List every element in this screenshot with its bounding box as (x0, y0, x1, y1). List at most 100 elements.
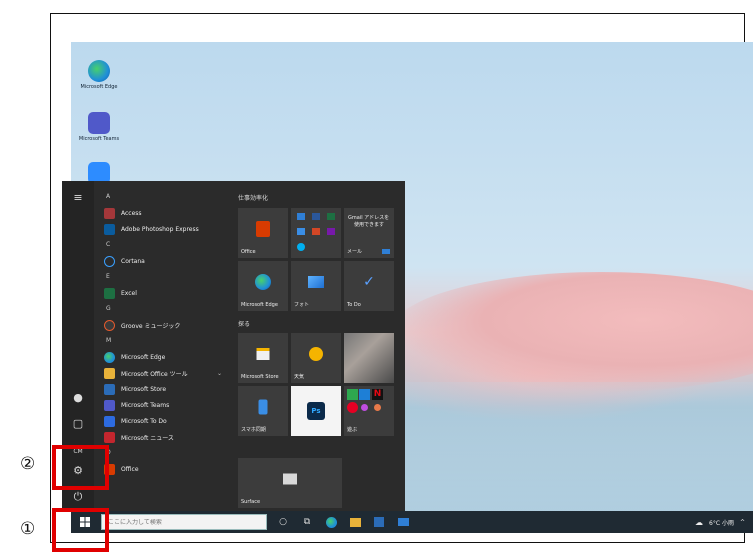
app-item-label: Groove ミュージック (121, 322, 181, 330)
surface-icon (283, 473, 297, 485)
app-item-microsoft-news[interactable]: Microsoft ニュース (96, 429, 226, 445)
app-list-letter[interactable]: O (96, 445, 226, 461)
app-item-label: Adobe Photoshop Express (121, 225, 199, 233)
checkmark-icon: ✓ (363, 274, 375, 290)
app-item-groove[interactable]: Groove ミュージック (96, 317, 226, 333)
taskbar-search-box[interactable] (101, 514, 267, 530)
group-title-explore[interactable]: 探る (238, 319, 250, 328)
app-item-label: Cortana (121, 257, 145, 265)
user-account-icon[interactable]: ● (71, 391, 85, 405)
mail-icon (382, 249, 390, 254)
outlook-icon (297, 213, 305, 220)
annotation-marker-1: ① (20, 519, 36, 539)
app-list: A Access Adobe Photoshop Express C Corta… (96, 189, 226, 477)
folder-icon (104, 367, 115, 379)
app-list-letter[interactable]: C (96, 237, 226, 253)
tile-label: 遊ぶ (347, 427, 358, 433)
teams-icon (104, 399, 115, 411)
app-item-office[interactable]: Office (96, 461, 226, 477)
weather-text[interactable]: 6°C 小雨 (709, 518, 734, 527)
hamburger-menu-icon[interactable]: ≡ (71, 191, 85, 205)
tile-photoshop-express[interactable]: Ps (291, 386, 341, 436)
app-item-label: Access (121, 209, 142, 217)
app-list-letter[interactable]: E (96, 269, 226, 285)
app-item-microsoft-teams[interactable]: Microsoft Teams (96, 397, 226, 413)
app-item-microsoft-todo[interactable]: Microsoft To Do (96, 413, 226, 429)
app-item-label: Microsoft Store (121, 385, 167, 393)
desktop-icon-edge[interactable]: Microsoft Edge (77, 60, 121, 90)
app-item-cortana[interactable]: Cortana (96, 253, 226, 269)
tile-todo[interactable]: ✓ To Do (344, 261, 394, 311)
cortana-icon[interactable]: ○ (275, 514, 291, 530)
tile-play[interactable]: N 遊ぶ (344, 386, 394, 436)
desktop-icon-teams[interactable]: Microsoft Teams (77, 112, 121, 142)
skype-icon (297, 243, 305, 251)
app-item-access[interactable]: Access (96, 205, 226, 221)
mail-icon[interactable] (395, 514, 411, 530)
app-item-office-tools[interactable]: Microsoft Office ツール ⌄ (96, 365, 226, 381)
groove-icon (104, 319, 115, 331)
office-icon (256, 221, 270, 237)
tile-label: Surface (241, 499, 261, 505)
desktop-icon-label: Microsoft Edge (80, 84, 118, 90)
tile-office[interactable]: Office (238, 208, 288, 258)
photos-icon (308, 276, 324, 288)
app-item-microsoft-edge[interactable]: Microsoft Edge (96, 349, 226, 365)
tile-office-apps[interactable] (291, 208, 341, 258)
store-icon[interactable] (371, 514, 387, 530)
app-list-letter[interactable]: G (96, 301, 226, 317)
tile-microsoft-edge[interactable]: Microsoft Edge (238, 261, 288, 311)
app-item-label: Excel (121, 289, 137, 297)
gmail-promo-text: Gmail アドレスを (348, 215, 390, 221)
tile-label: 天気 (294, 374, 305, 380)
app-list-letter[interactable]: A (96, 189, 226, 205)
chevron-down-icon[interactable]: ⌄ (217, 370, 222, 377)
app-item-label: Microsoft Teams (121, 401, 170, 409)
powerpoint-icon (312, 228, 320, 235)
tile-mail[interactable]: Gmail アドレスを 使用できます メール (344, 208, 394, 258)
search-input[interactable] (108, 518, 258, 526)
power-icon[interactable]: ⏻ (71, 490, 85, 504)
app-item-excel[interactable]: Excel (96, 285, 226, 301)
task-view-icon[interactable]: ⧉ (299, 514, 315, 530)
tile-label: スマホ同期 (241, 427, 266, 433)
tile-label: フォト (294, 302, 310, 308)
game-app-icon (361, 404, 368, 411)
app-item-label: Microsoft ニュース (121, 434, 174, 442)
word-icon (312, 213, 320, 220)
netflix-icon: N (372, 389, 383, 400)
teams-icon (88, 112, 110, 134)
app-item-label: Office (121, 465, 139, 473)
app-item-label: Microsoft Office ツール (121, 370, 188, 378)
tile-label: Microsoft Store (241, 374, 279, 380)
desktop-icon-label: Microsoft Teams (78, 136, 120, 142)
app-item-microsoft-store[interactable]: Microsoft Store (96, 381, 226, 397)
tile-microsoft-store[interactable]: Microsoft Store (238, 333, 288, 383)
tile-label: Microsoft Edge (241, 302, 278, 308)
edge-icon[interactable] (323, 514, 339, 530)
store-icon (256, 348, 270, 360)
game-app-icon (347, 389, 358, 400)
documents-icon[interactable]: ▢ (71, 417, 85, 431)
app-item-photoshop-express[interactable]: Adobe Photoshop Express (96, 221, 226, 237)
tile-phone-link[interactable]: スマホ同期 (238, 386, 288, 436)
gmail-promo-text-2: 使用できます (354, 222, 385, 228)
file-explorer-icon[interactable] (347, 514, 363, 530)
excel-icon (327, 213, 335, 220)
tile-news-photo[interactable] (344, 333, 394, 383)
edge-icon (88, 60, 110, 82)
tile-photos[interactable]: フォト (291, 261, 341, 311)
onenote-icon (327, 228, 335, 235)
tile-weather[interactable]: 天気 (291, 333, 341, 383)
app-list-letter[interactable]: M (96, 333, 226, 349)
tile-surface[interactable]: Surface (238, 458, 342, 508)
store-icon (104, 383, 115, 395)
highlight-start-box (52, 508, 109, 552)
onedrive-icon (297, 228, 305, 235)
chevron-up-icon[interactable]: ^ (740, 519, 745, 526)
annotation-marker-2: ② (20, 454, 36, 474)
wallpaper-water (401, 382, 753, 511)
photoshop-icon: Ps (307, 402, 325, 420)
group-title-productivity[interactable]: 仕事効率化 (238, 193, 268, 202)
edge-icon (104, 351, 115, 363)
